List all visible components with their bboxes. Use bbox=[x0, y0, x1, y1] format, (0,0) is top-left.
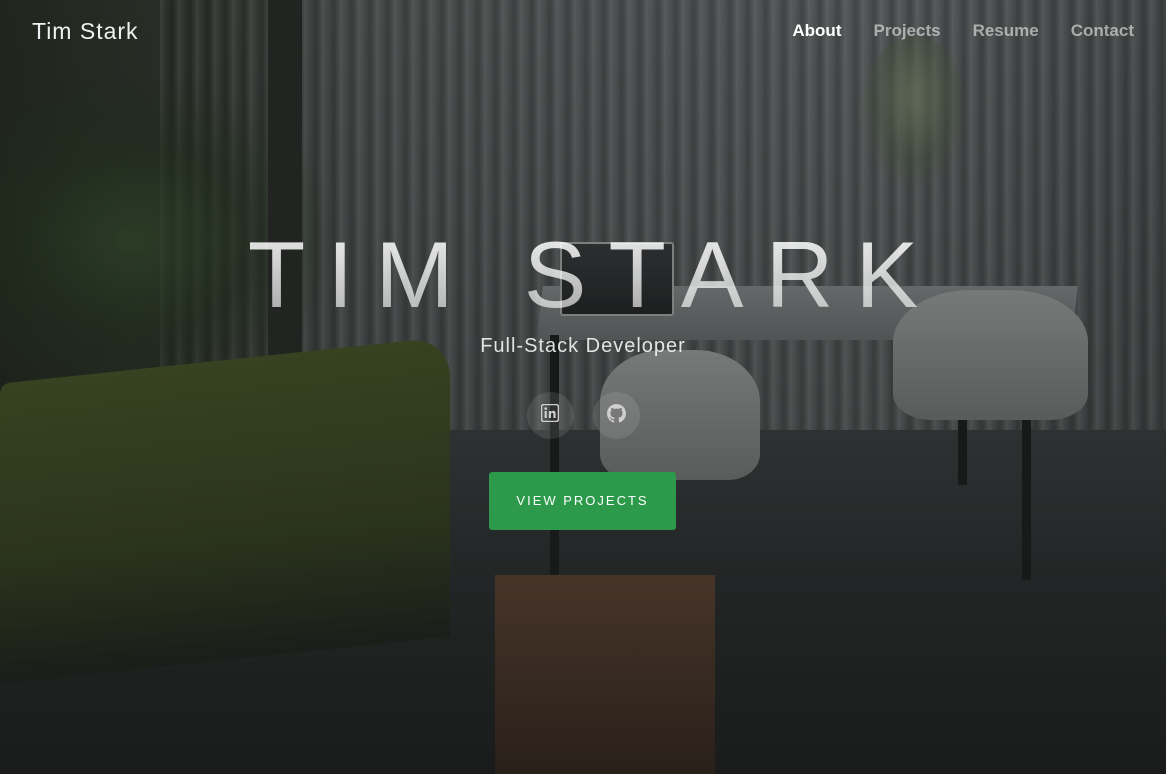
nav-link-resume[interactable]: Resume bbox=[973, 21, 1039, 41]
nav-link-contact[interactable]: Contact bbox=[1071, 21, 1134, 41]
navbar: Tim Stark About Projects Resume Contact bbox=[0, 0, 1166, 66]
nav-link-about[interactable]: About bbox=[792, 21, 841, 41]
linkedin-button[interactable] bbox=[526, 392, 574, 439]
nav-links: About Projects Resume Contact bbox=[792, 21, 1134, 41]
hero-subtitle: Full-Stack Developer bbox=[480, 335, 686, 357]
hero-title: TIM STARK bbox=[0, 215, 1166, 335]
view-projects-button[interactable]: VIEW PROJECTS bbox=[489, 472, 676, 530]
hero-content: TIM STARK Full-Stack Developer VIEW PROJ… bbox=[0, 215, 1166, 530]
hero-section: Tim Stark About Projects Resume Contact … bbox=[0, 0, 1166, 774]
brand-link[interactable]: Tim Stark bbox=[32, 18, 139, 45]
github-button[interactable] bbox=[592, 392, 640, 439]
nav-link-projects[interactable]: Projects bbox=[873, 21, 940, 41]
social-links bbox=[0, 392, 1166, 439]
linkedin-icon bbox=[540, 403, 560, 427]
github-icon bbox=[606, 403, 626, 428]
